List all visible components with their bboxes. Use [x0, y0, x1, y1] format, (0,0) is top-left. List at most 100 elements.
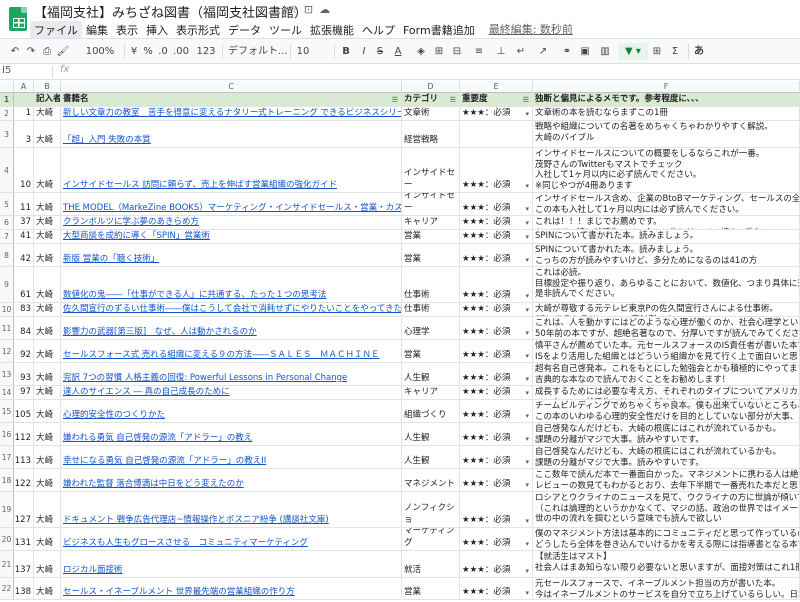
dropdown-icon[interactable]: ▾ — [525, 110, 529, 118]
dropdown-icon[interactable]: ▾ — [525, 389, 529, 397]
bold-button[interactable]: B — [340, 43, 352, 60]
header-cell-a[interactable] — [14, 93, 34, 106]
menu-form-add-book[interactable]: Form書籍追加 — [399, 21, 479, 39]
dropdown-icon[interactable]: ▾ — [525, 292, 529, 300]
cell-category[interactable]: 仕事術 — [402, 267, 460, 302]
dropdown-icon[interactable]: ▾ — [525, 412, 529, 420]
cell-id[interactable]: 93 — [14, 363, 34, 385]
cell-book-title[interactable]: 幸せになる勇気 自己啓発の源流「アドラー」の教えII — [61, 446, 402, 468]
cell-category[interactable]: 文章術 — [402, 107, 460, 120]
cell-book-title[interactable]: 嫌われた監督 落合博満は中日をどう変えたのか — [61, 469, 402, 491]
cell-category[interactable]: 組織づくり — [402, 400, 460, 422]
cell-memo[interactable]: 自己啓発なんだけども、大崎の根底にはこれが流れているかも。 課題の分離がマジで大事… — [533, 423, 800, 445]
header-cell-title[interactable]: 書籍名 ☰ — [61, 93, 402, 106]
filter-icon[interactable]: ☰ — [450, 95, 456, 106]
cell-writer[interactable]: 大崎 — [34, 551, 61, 577]
cell-writer[interactable]: 大崎 — [34, 446, 61, 468]
filter-icon[interactable]: ▼ ▾ — [618, 43, 648, 60]
cell-importance[interactable]: ★★★：必須 ▾ — [460, 193, 533, 215]
menu-insert[interactable]: 挿入 — [142, 21, 172, 39]
cell-book-title[interactable]: インサイドセールス 訪問に頼らず、売上を伸ばす営業組織の強化ガイド — [61, 148, 402, 192]
cell-memo[interactable]: SPINについて書かれた本。読みましょう。 — [533, 230, 800, 243]
row-number[interactable]: 17 — [0, 446, 14, 468]
filter-icon[interactable]: ☰ — [392, 95, 398, 106]
cell-id[interactable]: 41 — [14, 230, 34, 243]
cloud-status-icon[interactable]: ☁ — [319, 3, 330, 16]
book-title-link[interactable]: 心理的安全性のつくりかた — [63, 408, 165, 420]
cell-writer[interactable]: 大崎 — [34, 578, 61, 599]
cell-importance[interactable]: ★★★：必須 ▾ — [460, 340, 533, 362]
cell-writer[interactable]: 大崎 — [34, 121, 61, 147]
cell-category[interactable]: キャリア — [402, 386, 460, 399]
cell-importance[interactable]: ★★★：必須 ▾ — [460, 492, 533, 527]
cell-category[interactable]: 心理学 — [402, 317, 460, 339]
text-rotate-icon[interactable]: ↗ — [536, 43, 550, 60]
menu-extensions[interactable]: 拡張機能 — [306, 21, 358, 39]
strikethrough-button[interactable]: S — [374, 43, 386, 60]
cell-memo[interactable]: これは、人を動かすにはどのような心理が働くのか、社会心理学という学問として、50… — [533, 317, 800, 339]
cell-book-title[interactable]: ドキュメント 戦争広告代理店~情報操作とボスニア紛争 (講談社文庫) — [61, 492, 402, 527]
cell-importance[interactable] — [460, 121, 533, 147]
cell-category[interactable]: 経営戦略 — [402, 121, 460, 147]
cell-memo[interactable]: ここ数年で読んだ本で一番面白かった。マネジメントに携わる人は絶対に読んで欲しいレ… — [533, 469, 800, 491]
cell-memo[interactable]: これは！！！まじでお薦めです。キャリア、特に就活生、インターン生にはマジで読んで… — [533, 216, 800, 229]
dropdown-icon[interactable]: ▾ — [525, 329, 529, 337]
cell-category[interactable]: 営業 — [402, 340, 460, 362]
cell-book-title[interactable]: セールスフォース式 売れる組織に変える９の方法――ＳＡＬＥＳ ＭＡＣＨＩＮＥ — [61, 340, 402, 362]
book-title-link[interactable]: THE MODEL（MarkeZine BOOKS）マーケティング・インサイドセ… — [63, 201, 401, 213]
dropdown-icon[interactable]: ▾ — [525, 435, 529, 443]
cell-importance[interactable]: ★★★：必須 ▾ — [460, 267, 533, 302]
dropdown-icon[interactable]: ▾ — [525, 481, 529, 489]
cell-category[interactable]: 営業 — [402, 578, 460, 599]
cell-importance[interactable]: ★★★：必須 ▾ — [460, 244, 533, 266]
currency-button[interactable]: ¥ — [128, 43, 140, 60]
cell-memo[interactable]: 文章術の本を読むならまずこの1冊 — [533, 107, 800, 120]
row-number[interactable]: 10 — [0, 303, 14, 316]
menu-data[interactable]: データ — [224, 21, 265, 39]
dropdown-icon[interactable]: ▾ — [525, 517, 529, 525]
cell-memo[interactable]: ロシアとウクライナのニュースを見て、ウクライナの方に世論が傾いていて、（これは論… — [533, 492, 800, 527]
column-header-a[interactable]: A — [14, 81, 34, 93]
cell-category[interactable]: 営業 — [402, 244, 460, 266]
row-number[interactable]: 3 — [0, 121, 14, 147]
cell-id[interactable]: 83 — [14, 303, 34, 316]
select-all-corner[interactable] — [0, 81, 14, 93]
cell-memo[interactable]: 元セールスフォースで、イネーブルメント担当の方が書いた本。 今はイネーブルメントの… — [533, 578, 800, 599]
column-header-b[interactable]: B — [34, 81, 61, 93]
cell-memo[interactable]: 戦略や組織についての名著をめちゃくちゃわかりやすく解説。 大崎のバイブル — [533, 121, 800, 147]
cell-id[interactable]: 112 — [14, 423, 34, 445]
cell-category[interactable]: 就活 — [402, 551, 460, 577]
undo-icon[interactable]: ↶ — [8, 43, 22, 60]
book-title-link[interactable]: ドキュメント 戦争広告代理店~情報操作とボスニア紛争 (講談社文庫) — [63, 513, 329, 525]
fill-color-icon[interactable]: ◈ — [414, 43, 428, 60]
redo-icon[interactable]: ↷ — [24, 43, 38, 60]
cell-memo[interactable]: 大崎が尊敬する元テレビ東京Pの佐久間宣行さんによる仕事術。85にあるトラリーマン… — [533, 303, 800, 316]
name-box[interactable]: I5 — [2, 65, 11, 76]
document-title[interactable]: 【福岡支社】みちざね図書（福岡支社図書館） — [34, 2, 307, 21]
column-header-f[interactable]: F — [533, 81, 800, 93]
dropdown-icon[interactable]: ▾ — [525, 589, 529, 597]
book-title-link[interactable]: クランボルツに学ぶ夢のあきらめ方 — [63, 216, 199, 227]
menu-edit[interactable]: 編集 — [82, 21, 112, 39]
cell-memo[interactable]: インサイドセールス含め、企業のBtoBマーケティング、セールスの全体の流れを理解… — [533, 193, 800, 215]
cell-memo[interactable]: チームビルディングでめちゃくちゃ良本。僕も出来ていないところもあるけど、この本の… — [533, 400, 800, 422]
cell-id[interactable]: 42 — [14, 244, 34, 266]
cell-category[interactable]: キャリア — [402, 216, 460, 229]
cell-book-title[interactable]: 心理的安全性のつくりかた — [61, 400, 402, 422]
row-number[interactable]: 13 — [0, 363, 14, 385]
cell-memo[interactable]: 僕のマネジメント方法は基本的にコミュニティだと思って作っているので どうしたら全体… — [533, 528, 800, 550]
comment-icon[interactable]: ▣ — [578, 43, 592, 60]
book-title-link[interactable]: 新版 営業の「聴く技術」 — [63, 252, 159, 264]
borders-icon[interactable]: ⊞ — [432, 43, 446, 60]
column-header-c[interactable]: C — [61, 81, 402, 93]
column-header-e[interactable]: E — [460, 81, 533, 93]
cell-memo[interactable]: 自己啓発なんだけども、大崎の根底にはこれが流れているかも。 課題の分離がマジで大事… — [533, 446, 800, 468]
cell-book-title[interactable]: クランボルツに学ぶ夢のあきらめ方 — [61, 216, 402, 229]
cell-id[interactable]: 11 — [14, 193, 34, 215]
cell-id[interactable]: 113 — [14, 446, 34, 468]
cell-id[interactable]: 3 — [14, 121, 34, 147]
cell-id[interactable]: 137 — [14, 551, 34, 577]
cell-category[interactable]: 営業 — [402, 230, 460, 243]
book-title-link[interactable]: ロジカル面接術 — [63, 563, 123, 575]
book-title-link[interactable]: 幸せになる勇気 自己啓発の源流「アドラー」の教えII — [63, 454, 266, 466]
